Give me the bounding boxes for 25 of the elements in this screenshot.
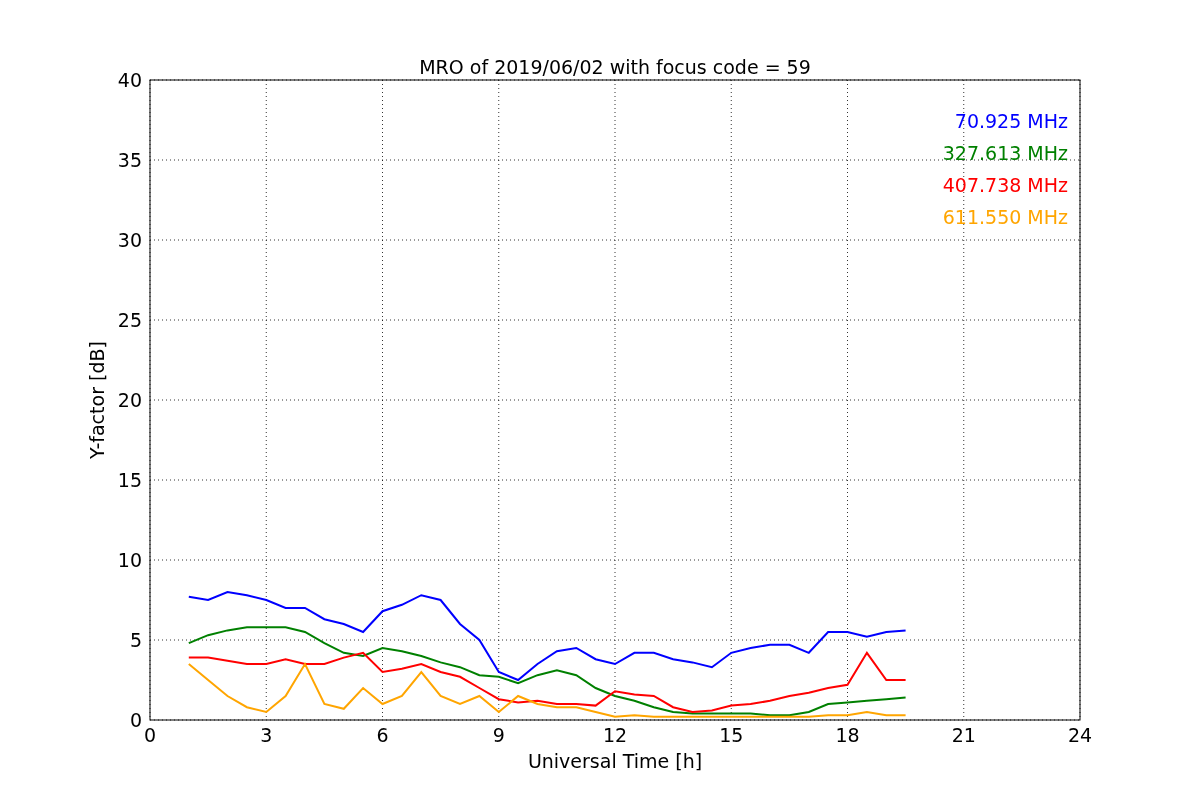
tick-label: 6 (376, 724, 389, 746)
tick-label: 10 (117, 549, 142, 571)
tick-label: 15 (117, 469, 142, 491)
tick-label: 40 (117, 69, 142, 91)
legend-label: 70.925 MHz (954, 110, 1068, 132)
tick-label: 0 (129, 709, 142, 731)
tick-label: 21 (951, 724, 976, 746)
tick-label: 35 (117, 149, 142, 171)
axis-label: Y-factor [dB] (86, 341, 108, 459)
tick-label: 9 (492, 724, 505, 746)
tick-label: 30 (117, 229, 142, 251)
legend-label: 327.613 MHz (942, 142, 1068, 164)
legend-label: 611.550 MHz (942, 206, 1068, 228)
tick-label: 3 (260, 724, 273, 746)
tick-label: 24 (1067, 724, 1093, 746)
axis-label: Universal Time [h] (527, 750, 703, 772)
legend-label: 407.738 MHz (942, 174, 1068, 196)
tick-label: 18 (835, 724, 860, 746)
chart-title: MRO of 2019/06/02 with focus code = 59 (419, 56, 811, 78)
tick-label: 25 (117, 309, 142, 331)
tick-label: 12 (602, 724, 628, 746)
tick-label: 20 (117, 389, 142, 411)
tick-label: 5 (129, 629, 142, 651)
tick-label: 0 (143, 724, 157, 746)
tick-label: 15 (719, 724, 744, 746)
